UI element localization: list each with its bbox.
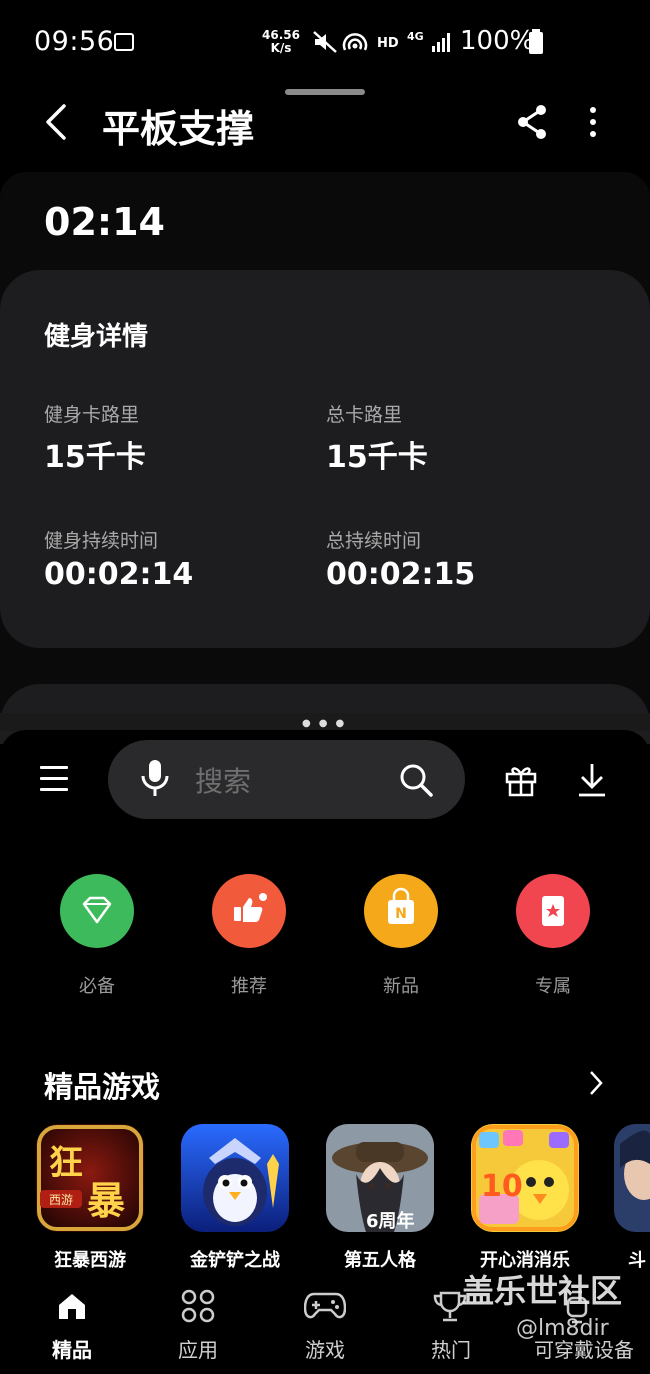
- game-card-partial[interactable]: [614, 1124, 650, 1232]
- svg-text:N: N: [395, 906, 407, 922]
- mute-icon: [313, 31, 337, 53]
- game-name: 第五人格: [344, 1250, 416, 1271]
- exclusive-card-icon: [516, 874, 590, 948]
- game-icon-identity-v: 6周年: [326, 1124, 434, 1232]
- stat-label: 健身持续时间: [44, 530, 159, 552]
- page-title: 平板支撑: [102, 107, 255, 151]
- hd-indicator: HD: [377, 36, 399, 51]
- share-icon[interactable]: [516, 104, 550, 140]
- game-name: 斗: [628, 1250, 646, 1271]
- game-icon-happy-match: 10: [471, 1124, 579, 1232]
- stat-label: 总持续时间: [326, 530, 422, 552]
- stat-value: 00:02:15: [326, 557, 476, 592]
- battery-level: 100%: [460, 26, 535, 56]
- diamond-icon: [60, 874, 134, 948]
- category-new-button[interactable]: N: [364, 874, 438, 948]
- category-label: 专属: [535, 976, 571, 997]
- menu-icon[interactable]: [40, 766, 68, 799]
- window-drag-handle[interactable]: [285, 89, 365, 95]
- game-name: 狂暴西游: [54, 1250, 126, 1271]
- category-label: 新品: [383, 976, 419, 997]
- nav-games[interactable]: 游戏: [275, 1334, 375, 1363]
- category-recommended-button[interactable]: [212, 874, 286, 948]
- shopping-bag-icon: N: [364, 874, 438, 948]
- status-bar: 09:56 46.56 K/s HD 4G 100%: [0, 0, 650, 86]
- network-speed: 46.56 K/s: [262, 29, 300, 55]
- gallery-notification-icon: [114, 33, 134, 51]
- stat-value: 15千卡: [326, 440, 428, 475]
- hotspot-icon: [342, 33, 368, 51]
- game-badge: 西游: [49, 1193, 73, 1207]
- nav-apps[interactable]: 应用: [148, 1334, 248, 1363]
- gamepad-icon[interactable]: [304, 1290, 346, 1322]
- thumbs-up-icon: [212, 874, 286, 948]
- game-card-happy-match[interactable]: 10: [471, 1124, 579, 1232]
- status-time: 09:56: [34, 26, 115, 57]
- category-label: 推荐: [231, 976, 267, 997]
- game-icon-jinchanchan: [181, 1124, 289, 1232]
- split-divider-dots-icon[interactable]: ●●●: [302, 718, 352, 729]
- stat-label: 总卡路里: [326, 404, 403, 426]
- network-speed-unit: K/s: [270, 41, 292, 55]
- game-icon-partial: [614, 1124, 650, 1232]
- apps-grid-icon[interactable]: [181, 1289, 215, 1323]
- watermark-text: 盖乐世社区: [462, 1272, 623, 1310]
- game-badge: 6周年: [366, 1210, 415, 1232]
- download-icon[interactable]: [576, 762, 608, 798]
- game-badge: 暴: [87, 1178, 125, 1223]
- search-placeholder: 搜索: [195, 765, 252, 798]
- search-icon[interactable]: [398, 762, 434, 798]
- stat-label: 健身卡路里: [44, 404, 140, 426]
- category-label: 必备: [79, 976, 115, 997]
- chevron-right-icon[interactable]: [586, 1068, 606, 1098]
- game-card-kuangbao[interactable]: 狂 暴 西游: [36, 1124, 144, 1232]
- game-card-identity-v[interactable]: 6周年: [326, 1124, 434, 1232]
- gift-icon[interactable]: [503, 762, 539, 798]
- stat-value: 15千卡: [44, 440, 146, 475]
- game-badge: 10: [481, 1169, 523, 1204]
- game-icon-kuangbao: 狂 暴 西游: [36, 1124, 144, 1232]
- more-options-icon[interactable]: [588, 106, 598, 138]
- signal-icon: [432, 33, 450, 52]
- game-card-jinchanchan[interactable]: [181, 1124, 289, 1232]
- microphone-icon[interactable]: [140, 758, 170, 800]
- nav-hot[interactable]: 热门: [401, 1334, 501, 1363]
- workout-details-title: 健身详情: [44, 322, 149, 352]
- game-name: 金铲铲之战: [190, 1250, 280, 1271]
- section-title: 精品游戏: [44, 1070, 161, 1104]
- home-icon[interactable]: [56, 1291, 88, 1321]
- nav-featured[interactable]: 精品: [22, 1334, 122, 1363]
- game-badge: 狂: [49, 1143, 83, 1183]
- back-icon[interactable]: [40, 100, 80, 144]
- watermark-handle: @lm8dir: [516, 1316, 609, 1341]
- category-exclusive-button[interactable]: [516, 874, 590, 948]
- battery-icon: [529, 29, 543, 54]
- stat-value: 00:02:14: [44, 557, 194, 592]
- category-essential-button[interactable]: [60, 874, 134, 948]
- network-type: 4G: [407, 30, 424, 43]
- elapsed-time: 02:14: [44, 200, 165, 244]
